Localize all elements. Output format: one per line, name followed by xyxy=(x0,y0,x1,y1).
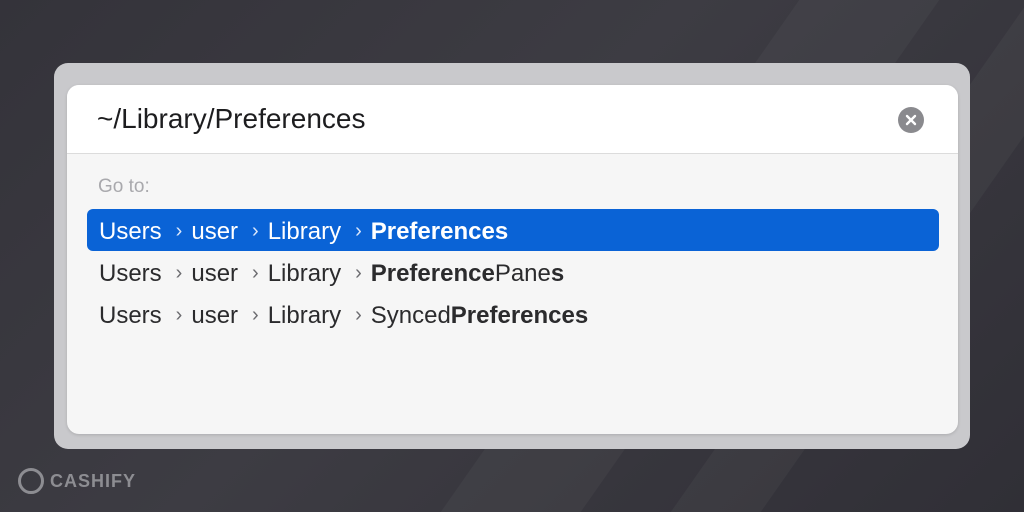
cashify-logo-icon xyxy=(18,468,44,494)
search-row xyxy=(67,85,958,154)
chevron-right-icon: › xyxy=(175,262,183,285)
path-input[interactable] xyxy=(97,102,877,136)
chevron-right-icon: › xyxy=(252,262,259,285)
clear-x-circle-icon[interactable] xyxy=(898,107,924,133)
crumb: user xyxy=(191,217,239,245)
name-match: Preferences xyxy=(370,217,509,245)
name-plain-prefix: Synced xyxy=(370,301,451,329)
name-match: Preference xyxy=(370,259,495,287)
result-folder-name: SyncedPreferences xyxy=(371,302,589,330)
result-list: Users › user › Library › Preferences Users › use… xyxy=(87,209,939,335)
name-plain-suffix: Pane xyxy=(494,259,551,287)
crumb: user xyxy=(191,301,239,329)
chevron-right-icon: › xyxy=(175,220,183,243)
go-to-folder-panel: Go to: Users›user›Library›Preferences Us… xyxy=(67,85,958,434)
chevron-right-icon: › xyxy=(252,220,259,243)
chevron-right-icon: › xyxy=(252,304,259,327)
crumb: user xyxy=(191,259,239,287)
chevron-right-icon: › xyxy=(355,304,362,327)
crumb: Users xyxy=(99,301,162,329)
result-folder-name: Preferences xyxy=(371,218,508,246)
crumb: Users xyxy=(99,217,162,245)
result-item[interactable]: Users › user › Library › SyncedPreferences xyxy=(87,293,939,335)
crumb: Library xyxy=(267,259,342,287)
crumb: Library xyxy=(267,217,342,245)
name-match-tail: s xyxy=(550,259,565,287)
watermark-text: CASHIFY xyxy=(50,471,137,491)
crumb: Users xyxy=(99,259,162,287)
result-folder-name: PreferencePanes xyxy=(371,260,565,288)
result-item[interactable]: Users › user › Library › PreferencePanes xyxy=(87,251,939,293)
chevron-right-icon: › xyxy=(355,220,362,243)
chevron-right-icon: › xyxy=(355,262,362,285)
chevron-right-icon: › xyxy=(175,304,183,327)
go-to-label: Go to: xyxy=(98,176,150,197)
name-match: Preferences xyxy=(450,301,589,329)
result-item[interactable]: Users › user › Library › Preferences xyxy=(87,209,939,251)
crumb: Library xyxy=(267,301,342,329)
